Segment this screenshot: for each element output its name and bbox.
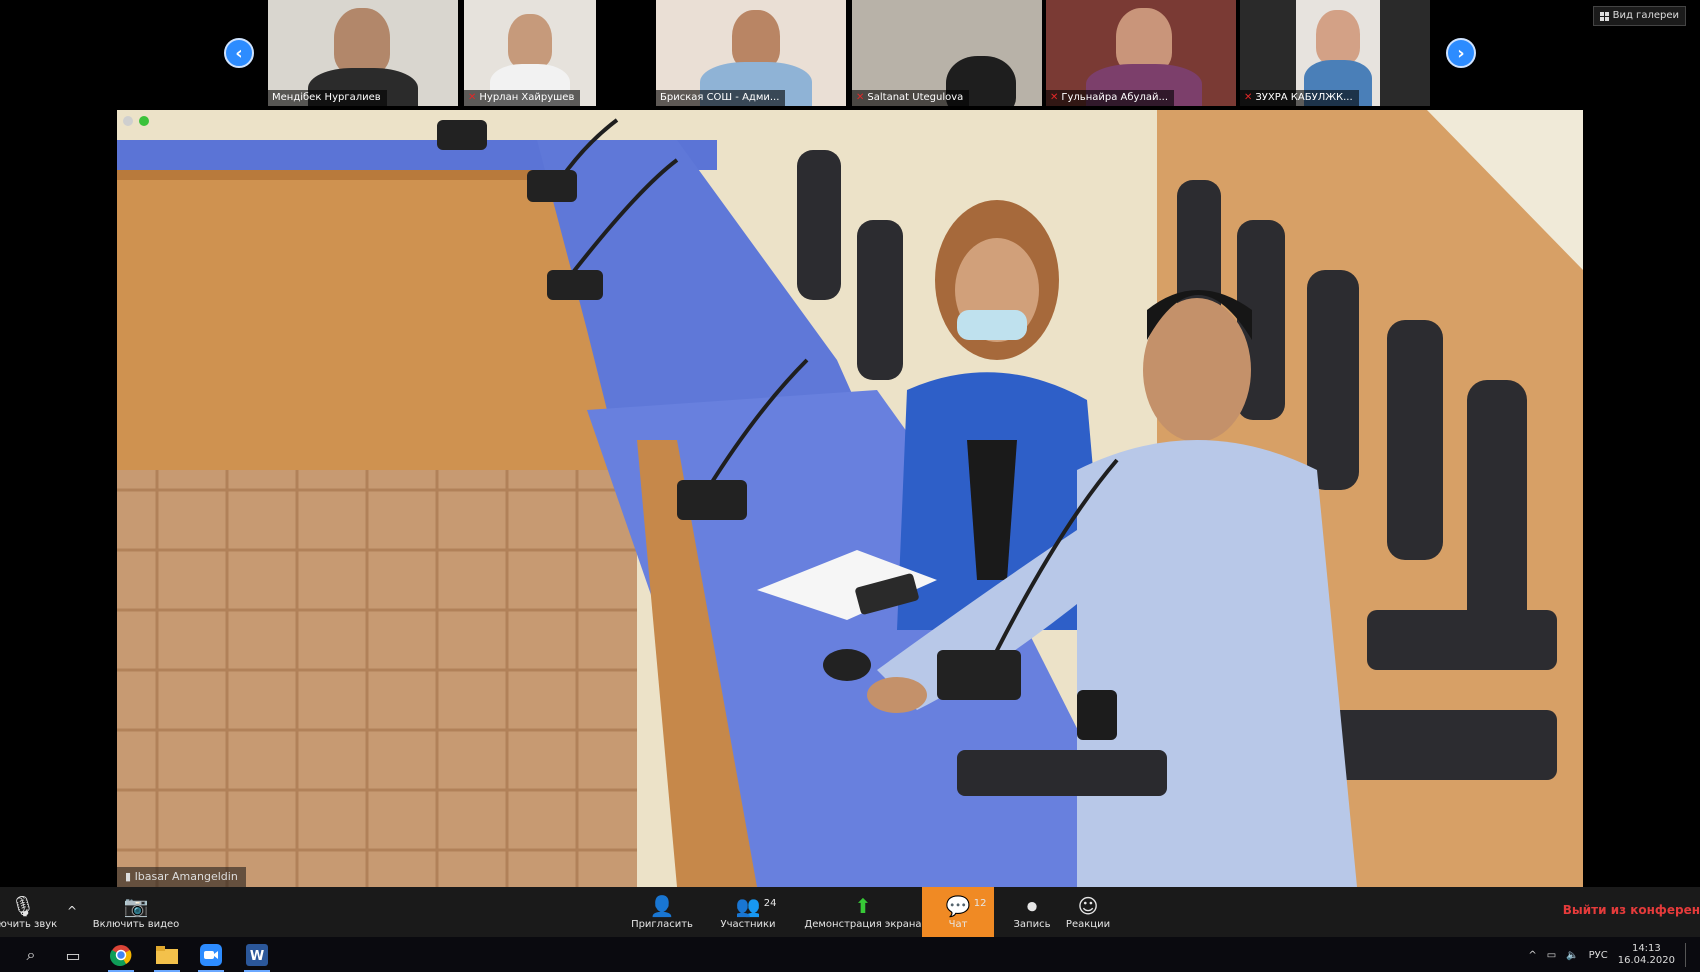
file-explorer-icon[interactable] [154, 942, 180, 972]
gallery-strip: ‹ Мендібек Нургалиев ✕ Нурлан Хайрушев Бр… [0, 0, 1700, 108]
mute-audio-label: ...ючить звук [0, 918, 58, 930]
chrome-icon[interactable] [108, 942, 134, 972]
participant-face [334, 8, 390, 74]
participant-face [508, 14, 552, 68]
participant-name: Бриская СОШ - Адми... [656, 90, 786, 106]
gallery-prev-button[interactable]: ‹ [224, 38, 254, 68]
participants-count: 24 [763, 897, 777, 909]
mic-muted-icon: ✕ [856, 92, 865, 103]
record-label: Запись [1013, 918, 1051, 930]
leave-meeting-button[interactable]: Выйти из конферен [1563, 903, 1700, 917]
record-button[interactable]: ⏺ Запись [1002, 887, 1062, 937]
zoom-app-icon[interactable] [198, 942, 224, 972]
windows-taskbar: ⌕ ▭ W ^ ▭ 🔈 РУС 14:13 16.04.2020 [0, 937, 1700, 972]
share-screen-label: Демонстрация экрана [804, 918, 922, 930]
clock-time: 14:13 [1631, 943, 1661, 954]
participant-face [732, 10, 780, 68]
participants-icon: 👥 24 [735, 893, 777, 918]
participant-name-container: ✕ Гульнайра Абулай... [1046, 90, 1174, 106]
participant-name-container: ✕ Нурлан Хайрушев [464, 90, 581, 106]
gallery-next-button[interactable]: › [1446, 38, 1476, 68]
participant-name: Нурлан Хайрушев [479, 92, 575, 103]
meeting-toolbar: 🎙 ...ючить звук ^ 📷 Включить видео 👤 При… [0, 887, 1700, 937]
participants-button[interactable]: 👥 24 Участники [710, 887, 786, 937]
system-tray: ^ ▭ 🔈 РУС 14:13 16.04.2020 [1528, 943, 1690, 967]
signal-bars-icon: ▮ [125, 870, 135, 883]
share-screen-icon: ⬆ [854, 893, 872, 918]
clock-date: 16.04.2020 [1617, 955, 1675, 966]
chat-count: 12 [973, 897, 987, 909]
record-icon: ⏺ [1027, 893, 1037, 918]
conference-room-scene [117, 110, 1583, 887]
participant-name: Гульнайра Абулай... [1061, 92, 1168, 103]
network-icon[interactable]: ▭ [1547, 950, 1556, 961]
mic-muted-icon: ✕ [1050, 92, 1059, 103]
main-speaker-video: ▮ Ibasar Amangeldin [117, 110, 1583, 887]
info-icon[interactable] [123, 116, 133, 126]
participant-tile[interactable]: ✕ Нурлан Хайрушев [464, 0, 596, 106]
chevron-up-icon: ^ [66, 904, 78, 918]
speaker-name: Ibasar Amangeldin [134, 870, 238, 883]
volume-icon[interactable]: 🔈 [1566, 950, 1578, 961]
gallery-view-button[interactable]: Вид галереи [1592, 6, 1686, 26]
participant-name: ЗУХРА КАБУЛЖК... [1255, 92, 1353, 103]
mic-muted-icon: ✕ [468, 92, 477, 103]
participant-tile[interactable]: Мендібек Нургалиев [268, 0, 458, 106]
add-user-icon: 👤 [649, 893, 675, 918]
smiley-add-icon: ☺ [1077, 893, 1099, 918]
reactions-label: Реакции [1065, 918, 1111, 930]
microphone-muted-icon: 🎙 [10, 893, 36, 918]
chevron-up-icon[interactable]: ^ [1528, 950, 1536, 961]
participant-tile[interactable]: ✕ Saltanat Utegulova [852, 0, 1042, 106]
gallery-view-label: Вид галереи [1612, 10, 1679, 21]
participant-name: Saltanat Utegulova [867, 92, 964, 103]
chevron-right-icon: › [1457, 42, 1465, 64]
grid-icon [1599, 11, 1609, 21]
participant-name-container: ✕ Saltanat Utegulova [852, 90, 970, 106]
video-status-icons [123, 116, 149, 126]
word-app-icon[interactable]: W [244, 942, 270, 972]
participant-face [1116, 8, 1172, 72]
chat-bubble-icon: 💬 12 [945, 893, 987, 918]
clock[interactable]: 14:13 16.04.2020 [1618, 943, 1675, 967]
start-video-label: Включить видео [92, 918, 180, 930]
language-indicator[interactable]: РУС [1589, 950, 1608, 961]
encryption-shield-icon[interactable] [139, 116, 149, 126]
share-screen-button[interactable]: ⬆ Демонстрация экрана [800, 887, 926, 937]
participant-tile[interactable]: Бриская СОШ - Адми... [656, 0, 846, 106]
start-video-button[interactable]: 📷 Включить видео [86, 887, 186, 937]
task-view-icon[interactable]: ▭ [60, 942, 86, 968]
participant-name-container: ✕ ЗУХРА КАБУЛЖК... [1240, 90, 1359, 106]
audio-options-button[interactable]: ^ [62, 887, 82, 937]
speaker-name-label: ▮ Ibasar Amangeldin [117, 867, 246, 887]
participant-tile[interactable]: ✕ ЗУХРА КАБУЛЖК... [1240, 0, 1430, 106]
show-desktop-button[interactable] [1685, 943, 1690, 967]
participant-face [1316, 10, 1360, 64]
camera-off-icon: 📷 [123, 893, 149, 918]
participant-tile[interactable]: ✕ Гульнайра Абулай... [1046, 0, 1236, 106]
mic-muted-icon: ✕ [1244, 92, 1253, 103]
mute-audio-button[interactable]: 🎙 ...ючить звук [0, 887, 58, 937]
invite-button[interactable]: 👤 Пригласить [624, 887, 700, 937]
chat-button[interactable]: 💬 12 Чат [922, 887, 994, 937]
participant-name: Мендібек Нургалиев [268, 90, 387, 106]
chat-label: Чат [948, 918, 968, 930]
search-icon[interactable]: ⌕ [18, 942, 44, 968]
reactions-button[interactable]: ☺ Реакции [1058, 887, 1118, 937]
chevron-left-icon: ‹ [235, 42, 243, 64]
participants-label: Участники [720, 918, 776, 930]
svg-text:W: W [250, 949, 264, 964]
invite-label: Пригласить [631, 918, 693, 930]
